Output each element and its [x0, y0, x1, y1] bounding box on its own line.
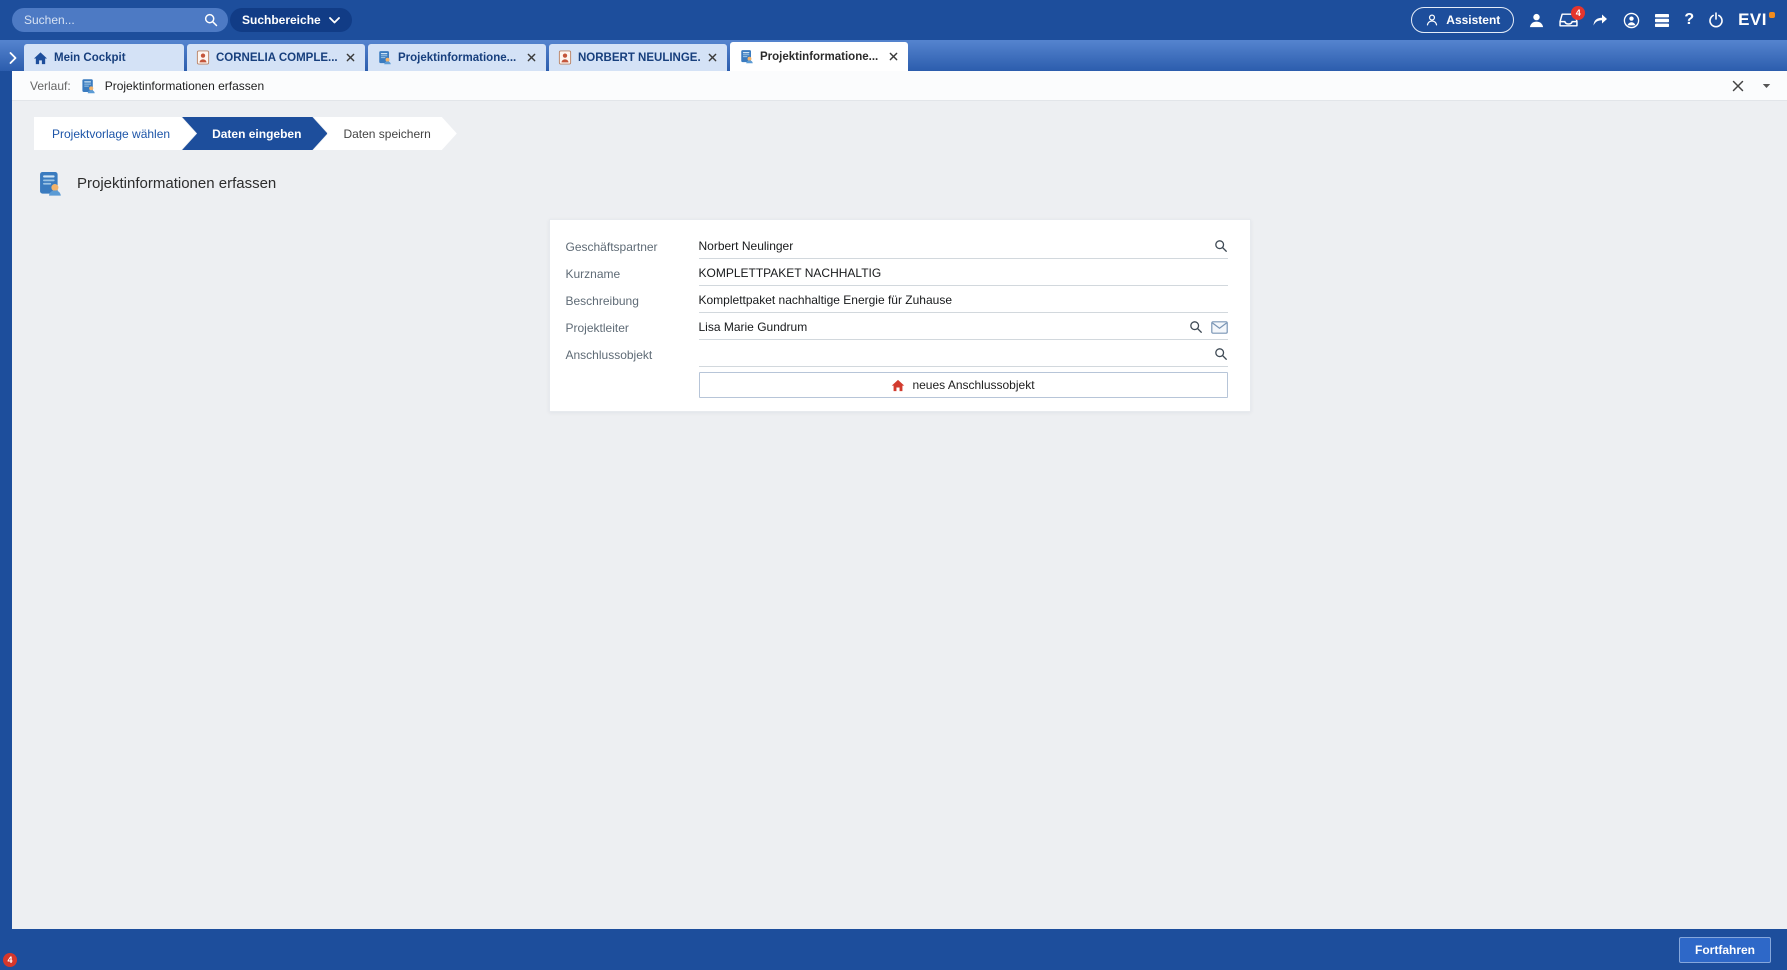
field-label-beschreibung: Beschreibung: [566, 294, 683, 308]
field-label-anschlussobjekt: Anschlussobjekt: [566, 348, 683, 362]
caret-down-icon[interactable]: [1762, 83, 1771, 89]
project-form: Geschäftspartner Kurzname Beschreibung P…: [566, 233, 1228, 395]
project-icon: [377, 50, 392, 65]
search-icon[interactable]: [1214, 239, 1228, 253]
tab-close-icon[interactable]: [887, 50, 900, 63]
search-input[interactable]: [24, 13, 204, 27]
history-actions: [1732, 80, 1771, 92]
tab-close-icon[interactable]: [525, 51, 538, 64]
field-geschaeftspartner[interactable]: [699, 234, 1228, 259]
close-icon[interactable]: [1732, 80, 1744, 92]
search-icon[interactable]: [1214, 347, 1228, 361]
notification-badge: 4: [1571, 6, 1585, 20]
business-partner-icon: [558, 50, 572, 65]
wizard-step-daten-speichern[interactable]: Daten speichern: [313, 117, 456, 150]
tab-label: Mein Cockpit: [54, 52, 176, 64]
tab-close-icon[interactable]: [706, 51, 719, 64]
search-icon[interactable]: [1189, 320, 1203, 334]
geschaeftspartner-input[interactable]: [699, 239, 1206, 253]
wizard-step-label: Projektvorlage wählen: [52, 127, 170, 141]
assistant-person-icon: [1425, 13, 1439, 27]
history-entry[interactable]: Projektinformationen erfassen: [105, 79, 264, 93]
history-bar: Verlauf: Projektinformationen erfassen: [12, 71, 1787, 101]
mail-icon[interactable]: [1211, 321, 1228, 334]
support-person-icon[interactable]: [1623, 12, 1640, 29]
page-title: Projektinformationen erfassen: [77, 175, 276, 192]
field-kurzname[interactable]: [699, 261, 1228, 286]
top-bar: Suchbereiche Assistent 4: [0, 0, 1787, 40]
beschreibung-input[interactable]: [699, 293, 1228, 307]
tab-label: NORBERT NEULINGE...: [578, 52, 700, 64]
search-icon[interactable]: [204, 13, 218, 27]
page-title-row: Projektinformationen erfassen: [36, 170, 1787, 197]
wizard-step-label: Daten speichern: [343, 127, 430, 141]
field-beschreibung[interactable]: [699, 288, 1228, 313]
tab-label: Projektinformatione...: [760, 51, 881, 63]
field-label-geschaeftspartner: Geschäftspartner: [566, 240, 683, 254]
main-area: Verlauf: Projektinformationen erfassen P…: [0, 71, 1787, 929]
top-bar-actions: Assistent 4 ? EVI: [1411, 7, 1775, 33]
global-search-group: Suchbereiche: [12, 8, 352, 32]
list-icon[interactable]: [1654, 13, 1670, 28]
continue-button[interactable]: Fortfahren: [1679, 937, 1771, 963]
help-icon[interactable]: ?: [1684, 11, 1694, 29]
collapsed-side-panel[interactable]: [0, 71, 12, 929]
wizard-steps: Projektvorlage wählen Daten eingeben Dat…: [34, 117, 1787, 150]
wizard-step-projektvorlage-waehlen[interactable]: Projektvorlage wählen: [34, 117, 196, 150]
field-label-projektleiter: Projektleiter: [566, 321, 683, 335]
business-partner-icon: [196, 50, 210, 65]
new-connection-object-label: neues Anschlussobjekt: [912, 378, 1034, 392]
tab-cornelia-comple[interactable]: CORNELIA COMPLE...: [187, 44, 365, 71]
wizard-step-daten-eingeben[interactable]: Daten eingeben: [182, 117, 327, 150]
user-icon[interactable]: [1528, 12, 1545, 29]
corner-notification-badge[interactable]: 4: [3, 953, 17, 967]
assistant-button[interactable]: Assistent: [1411, 7, 1514, 33]
field-anschlussobjekt[interactable]: [699, 342, 1228, 367]
chevron-down-icon: [329, 17, 340, 24]
project-icon: [739, 49, 754, 64]
home-icon: [33, 51, 48, 65]
projektleiter-input[interactable]: [699, 320, 1181, 334]
new-connection-object-button[interactable]: neues Anschlussobjekt: [699, 372, 1228, 398]
content-area: Verlauf: Projektinformationen erfassen P…: [12, 71, 1787, 929]
tab-close-icon[interactable]: [344, 51, 357, 64]
tab-norbert-neulinger[interactable]: NORBERT NEULINGE...: [549, 44, 727, 71]
field-label-kurzname: Kurzname: [566, 267, 683, 281]
house-icon: [891, 379, 905, 392]
tab-projektinformationen-active[interactable]: Projektinformatione...: [730, 42, 908, 71]
content-spacer: [12, 412, 1787, 929]
search-scope-button[interactable]: Suchbereiche: [230, 8, 352, 32]
project-form-card: Geschäftspartner Kurzname Beschreibung P…: [549, 219, 1251, 412]
project-icon: [80, 78, 96, 94]
brand-flame-icon: [1769, 12, 1775, 18]
history-label: Verlauf:: [30, 79, 71, 93]
inbox-icon[interactable]: 4: [1559, 12, 1578, 28]
power-icon[interactable]: [1708, 12, 1724, 28]
search-scope-label: Suchbereiche: [242, 13, 321, 27]
tab-label: CORNELIA COMPLE...: [216, 52, 338, 64]
global-search-box[interactable]: [12, 8, 228, 32]
project-icon: [36, 170, 63, 197]
wizard-step-label: Daten eingeben: [212, 127, 301, 141]
tab-label: Projektinformatione...: [398, 52, 519, 64]
assistant-button-label: Assistent: [1446, 13, 1500, 27]
kurzname-input[interactable]: [699, 266, 1228, 280]
bottom-action-bar: Fortfahren: [0, 929, 1787, 970]
tab-overflow-chevron-icon[interactable]: [2, 44, 24, 71]
tab-mein-cockpit[interactable]: Mein Cockpit: [24, 44, 184, 71]
brand-logo: EVI: [1738, 10, 1775, 30]
brand-text: EVI: [1738, 10, 1767, 30]
tab-projektinformationen-1[interactable]: Projektinformatione...: [368, 44, 546, 71]
field-projektleiter[interactable]: [699, 315, 1228, 340]
tab-bar: Mein Cockpit CORNELIA COMPLE... Projekti…: [0, 40, 1787, 71]
forward-arrow-icon[interactable]: [1592, 13, 1609, 28]
anschlussobjekt-input[interactable]: [699, 347, 1206, 361]
